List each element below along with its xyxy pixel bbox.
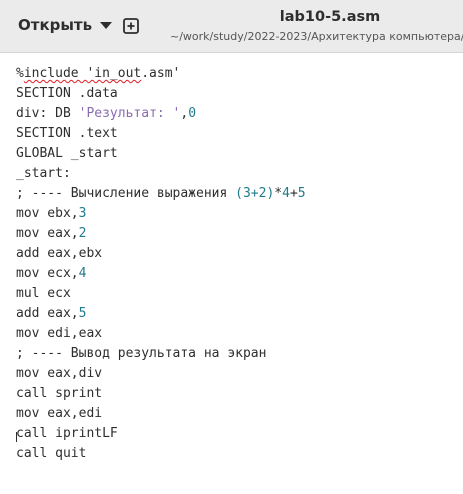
code-token: 'Результат: ': [78, 106, 181, 121]
code-token: *: [274, 186, 283, 201]
code-line: GLOBAL _start: [16, 144, 306, 164]
code-line: mov ebx,3: [16, 204, 306, 224]
code-token: .asm': [141, 66, 181, 81]
code-line: call quit: [16, 444, 306, 464]
code-line: div: DB 'Результат: ',0: [16, 104, 306, 124]
code-token: call sprint: [16, 386, 103, 401]
text-editor-window: Открыть lab10-5.asm ~/work/study/2022-20…: [0, 0, 463, 494]
code-line: call sprint: [16, 384, 306, 404]
code-token: mov ecx,: [16, 266, 79, 281]
new-document-button[interactable]: [117, 12, 145, 40]
code-token: SECTION .data: [16, 86, 118, 101]
code-token: 2: [78, 226, 87, 241]
code-line: add eax,5: [16, 304, 306, 324]
code-line: mul ecx: [16, 284, 306, 304]
code-token: mov edi,eax: [16, 326, 103, 341]
window-title: lab10-5.asm: [279, 9, 381, 25]
code-token: ; ---- Вычисление выражения: [16, 186, 236, 201]
code-token: (3+2): [235, 186, 275, 201]
code-line: mov eax,div: [16, 364, 306, 384]
code-token: add eax,: [16, 306, 79, 321]
code-line: mov ecx,4: [16, 264, 306, 284]
code-token: 0: [188, 106, 197, 121]
chevron-down-icon: [100, 22, 113, 29]
code-line: ; ---- Вывод результата на экран: [16, 344, 306, 364]
code-token: add eax,ebx: [16, 246, 103, 261]
text-cursor: [16, 432, 17, 442]
code-token: +: [289, 186, 298, 201]
code-line: ; ---- Вычисление выражения (3+2)*4+5: [16, 184, 306, 204]
window-subtitle-path: ~/work/study/2022-2023/Архитектура компь…: [170, 30, 463, 43]
code-token: %: [16, 66, 24, 81]
code-line: %include 'in_out.asm': [16, 64, 306, 84]
code-line: mov eax,edi: [16, 404, 306, 424]
code-token: ; ---- Вывод результата на экран: [16, 346, 267, 361]
code-token: call iprintLF: [16, 426, 118, 441]
code-token: mov ebx,: [16, 206, 79, 221]
code-token: include 'in_out: [23, 66, 142, 81]
code-token: mov eax,div: [16, 366, 103, 381]
open-button-label: Открыть: [18, 16, 93, 34]
open-button[interactable]: Открыть: [9, 10, 121, 40]
code-token: 3: [78, 206, 87, 221]
code-token: mov eax,: [16, 226, 79, 241]
code-token: SECTION .text: [16, 126, 118, 141]
code-token: mul ecx: [16, 286, 71, 301]
code-line: SECTION .text: [16, 124, 306, 144]
code-line: _start:: [16, 164, 306, 184]
new-document-icon: [123, 18, 139, 34]
code-line: mov eax,2: [16, 224, 306, 244]
header-bar: Открыть lab10-5.asm ~/work/study/2022-20…: [0, 0, 463, 53]
editor-text-area[interactable]: %include 'in_out.asm' SECTION .data div: D…: [0, 53, 463, 494]
code-token: GLOBAL _start: [16, 146, 118, 161]
code-line: SECTION .data: [16, 84, 306, 104]
code-token: 4: [282, 186, 290, 201]
code-line: call iprintLF: [16, 424, 306, 444]
code-token: mov eax,edi: [16, 406, 103, 421]
code-token: 5: [297, 186, 306, 201]
code-token: 4: [78, 266, 87, 281]
code-token: 5: [78, 306, 87, 321]
code-line: mov edi,eax: [16, 324, 306, 344]
code-token: _start:: [16, 166, 71, 181]
code-content: %include 'in_out.asm' SECTION .data div: D…: [16, 64, 306, 464]
code-line: add eax,ebx: [16, 244, 306, 264]
code-token: call quit: [16, 446, 87, 461]
code-token: div: DB: [16, 106, 79, 121]
